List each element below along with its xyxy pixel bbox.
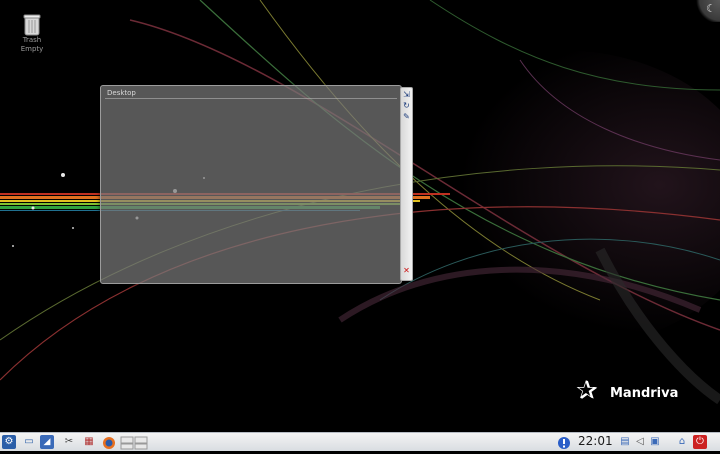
power-icon: ⏻ — [696, 436, 704, 447]
folder-view-widget[interactable]: Desktop — [100, 85, 402, 284]
settings-button[interactable]: ✂ — [62, 435, 76, 449]
network-icon: ▦ — [84, 436, 94, 447]
pager-icon — [120, 436, 148, 450]
firefox-icon — [103, 437, 115, 449]
trash-label: Trash — [22, 36, 42, 44]
desktop-toolbox[interactable]: ☾ — [694, 0, 720, 22]
volume-icon: ◁ — [636, 436, 644, 447]
trash-icon — [23, 14, 41, 36]
info-icon — [558, 437, 570, 449]
pager[interactable] — [120, 435, 148, 450]
close-icon[interactable]: ✕ — [402, 266, 411, 275]
network-button[interactable]: ▦ — [82, 435, 96, 449]
rotate-icon[interactable]: ↻ — [402, 101, 411, 110]
kde-menu-icon: ⚙ — [4, 436, 14, 447]
notification-button[interactable] — [557, 435, 571, 449]
shutdown-button[interactable]: ⏻ — [693, 435, 707, 449]
show-desktop-icon: ▭ — [24, 436, 34, 447]
lock-icon: ⌂ — [678, 436, 686, 447]
taskbar: ⚙ ▭ ◢ ✂ ▦ 22:01 ▤ ◁ ▣ ⌂ ⏻ — [0, 432, 720, 451]
moon-icon: ☾ — [706, 2, 716, 15]
resize-icon[interactable]: ⇲ — [402, 90, 411, 99]
clock[interactable]: 22:01 — [578, 434, 613, 448]
clipboard-icon: ▤ — [620, 436, 630, 447]
folder-view-divider — [105, 98, 397, 99]
mandriva-logo: ✰ Mandriva — [576, 378, 696, 412]
trash-desktop-icon[interactable]: Trash Empty — [10, 14, 54, 54]
desktop[interactable]: Trash Empty ☾ Desktop ⇲ ↻ ✎ ✕ ✰ Mandriva — [0, 0, 720, 432]
trash-status: Empty — [20, 45, 44, 53]
mandriva-star-icon: ✰ — [576, 376, 598, 406]
applet-handle[interactable]: ⇲ ↻ ✎ ✕ — [400, 87, 413, 281]
tray-item[interactable]: ▣ — [648, 435, 662, 449]
dolphin-button[interactable]: ◢ — [40, 435, 54, 449]
lock-button[interactable]: ⌂ — [675, 435, 689, 449]
tray-item[interactable]: ◁ — [633, 435, 647, 449]
show-desktop-button[interactable]: ▭ — [22, 435, 36, 449]
folder-view-title: Desktop — [107, 89, 136, 97]
firefox-button[interactable] — [102, 435, 116, 449]
network-tray-icon: ▣ — [650, 436, 660, 447]
kde-menu-button[interactable]: ⚙ — [2, 435, 16, 449]
settings-icon[interactable]: ✎ — [402, 112, 411, 121]
mandriva-logo-text: Mandriva — [610, 386, 679, 401]
settings-icon: ✂ — [64, 436, 74, 447]
dolphin-icon: ◢ — [43, 437, 51, 447]
tray-item[interactable]: ▤ — [618, 435, 632, 449]
